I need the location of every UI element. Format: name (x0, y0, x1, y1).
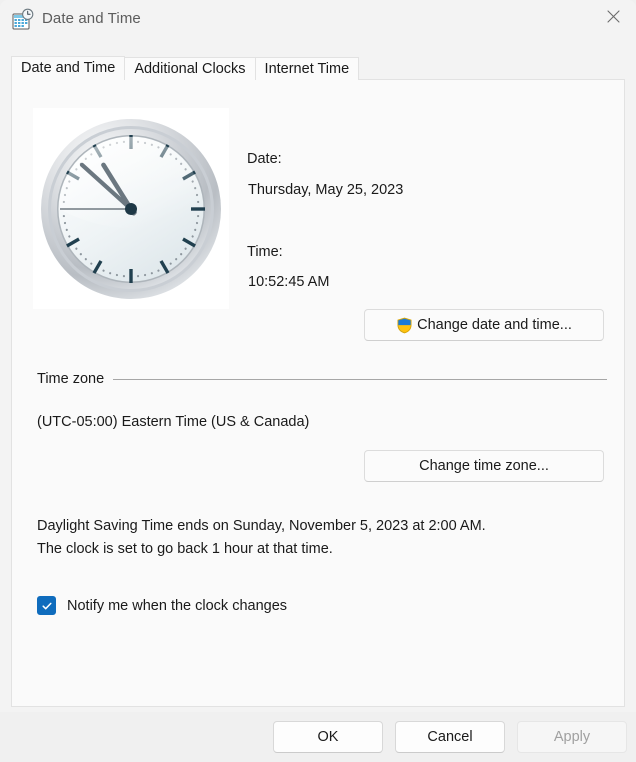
time-zone-value: (UTC-05:00) Eastern Time (US & Canada) (37, 414, 310, 430)
change-date-and-time-button[interactable]: Change date and time... (364, 309, 604, 341)
tab-page-date-and-time: Date: Thursday, May 25, 2023 Time: 10:52… (11, 79, 625, 707)
group-separator (113, 378, 607, 380)
notify-clock-changes-row[interactable]: Notify me when the clock changes (37, 596, 287, 615)
daylight-saving-line-2: The clock is set to go back 1 hour at th… (37, 541, 333, 557)
analog-clock-image (41, 118, 221, 299)
date-time-calendar-clock-icon (11, 8, 35, 32)
time-label: Time: (247, 244, 283, 260)
title-bar: Date and Time (0, 0, 636, 42)
tab-internet-time[interactable]: Internet Time (254, 57, 360, 80)
change-time-zone-button[interactable]: Change time zone... (364, 450, 604, 482)
time-value: 10:52:45 AM (248, 274, 330, 290)
daylight-saving-text: Daylight Saving Time ends on Sunday, Nov… (37, 515, 612, 561)
date-and-time-dialog: Date and Time Date and Time Additional C… (0, 0, 636, 762)
clock-panel (33, 108, 229, 309)
apply-button: Apply (517, 721, 627, 753)
tab-date-and-time[interactable]: Date and Time (11, 56, 126, 80)
notify-clock-changes-checkbox[interactable] (37, 596, 56, 615)
tab-label: Internet Time (264, 61, 350, 77)
tab-strip: Date and Time Additional Clocks Internet… (11, 56, 625, 80)
uac-shield-icon (396, 317, 413, 334)
date-value: Thursday, May 25, 2023 (248, 182, 404, 198)
close-icon[interactable] (590, 0, 636, 33)
checkmark-icon (41, 602, 52, 609)
date-label: Date: (247, 151, 282, 167)
window-title: Date and Time (42, 10, 141, 27)
dialog-footer: OK Cancel Apply (0, 712, 636, 762)
time-zone-group-title: Time zone (37, 371, 105, 387)
change-date-and-time-label: Change date and time... (417, 317, 572, 333)
ok-button[interactable]: OK (273, 721, 383, 753)
daylight-saving-line-1: Daylight Saving Time ends on Sunday, Nov… (37, 518, 486, 534)
tab-label: Date and Time (21, 60, 116, 76)
change-time-zone-label: Change time zone... (419, 458, 549, 474)
time-zone-group-header: Time zone (37, 370, 607, 388)
cancel-button[interactable]: Cancel (395, 721, 505, 753)
notify-clock-changes-label: Notify me when the clock changes (67, 597, 288, 614)
tab-strip-filler (359, 57, 625, 80)
tab-label: Additional Clocks (134, 61, 246, 77)
tab-additional-clocks[interactable]: Additional Clocks (124, 57, 256, 80)
